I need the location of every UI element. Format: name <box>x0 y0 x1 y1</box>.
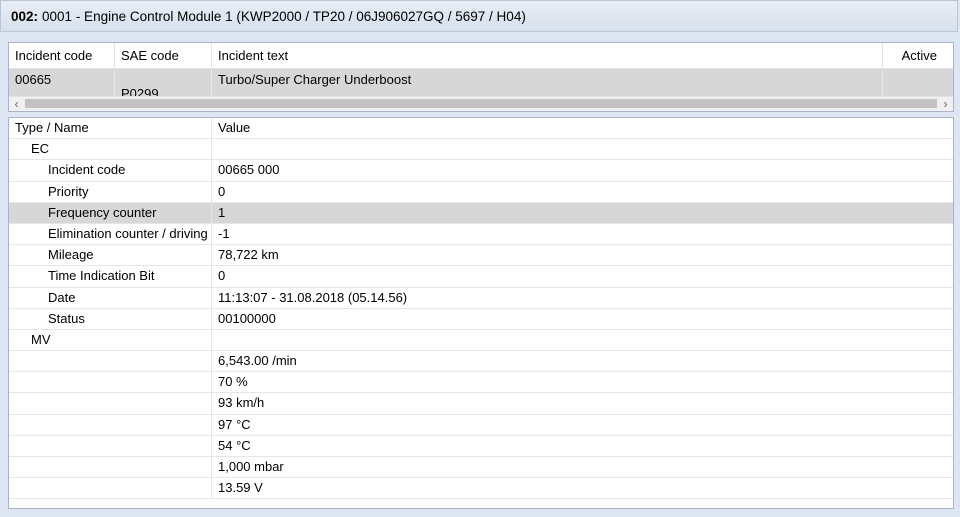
horizontal-scrollbar[interactable]: ‹ › <box>9 96 953 111</box>
column-header-sae-code[interactable]: SAE code <box>115 43 212 68</box>
detail-value-cell: 00100000 <box>218 310 276 326</box>
column-header-active[interactable]: Active <box>883 43 953 68</box>
detail-row[interactable]: 70 % <box>9 372 953 394</box>
detail-value-cell: 97 °C <box>218 416 251 432</box>
module-title: 0001 - Engine Control Module 1 (KWP2000 … <box>42 8 526 24</box>
detail-row[interactable]: 1,000 mbar <box>9 457 953 479</box>
detail-name-cell: MV <box>9 329 212 351</box>
detail-row[interactable]: MV <box>9 329 953 352</box>
incident-text-cell: Turbo/Super Charger Underboost <box>212 69 883 98</box>
detail-row[interactable]: Frequency counter 1 <box>9 202 953 224</box>
detail-row[interactable]: Time Indication Bit 0 <box>9 266 953 288</box>
detail-value-cell: 11:13:07 - 31.08.2018 (05.14.56) <box>218 289 408 305</box>
detail-name-cell <box>9 435 212 456</box>
detail-row[interactable]: Incident code 00665 000 <box>9 160 953 182</box>
detail-value-cell: 93 km/h <box>218 395 265 411</box>
column-header-value[interactable]: Value <box>212 118 250 138</box>
chevron-left-icon[interactable]: ‹ <box>9 97 24 111</box>
scrollbar-thumb[interactable] <box>25 99 937 108</box>
detail-row[interactable]: 97 °C <box>9 414 953 436</box>
column-header-type-name[interactable]: Type / Name <box>9 118 212 139</box>
detail-value-cell <box>212 139 218 159</box>
module-address: 002: <box>11 8 39 24</box>
detail-rows: EC Incident code 00665 000 Priority 0 Frequen… <box>9 139 953 500</box>
detail-row[interactable]: Status 00100000 <box>9 308 953 330</box>
detail-row[interactable]: Date 11:13:07 - 31.08.2018 (05.14.56) <box>9 287 953 309</box>
incident-row[interactable]: 00665 P0299 Turbo/Super Charger Underboo… <box>9 69 953 98</box>
detail-row[interactable]: 13.59 V <box>9 478 953 500</box>
detail-row[interactable]: Mileage 78,722 km <box>9 245 953 267</box>
detail-value-cell: 1,000 mbar <box>218 459 284 474</box>
column-header-incident-code[interactable]: Incident code <box>9 43 115 68</box>
detail-name-cell <box>9 351 212 372</box>
detail-name-cell: Mileage <box>9 245 212 266</box>
detail-table-header: Type / Name Value <box>9 118 953 140</box>
detail-name-cell <box>9 414 212 435</box>
detail-name-cell: Frequency counter <box>9 202 212 223</box>
detail-row[interactable]: Priority 0 <box>9 181 953 203</box>
detail-table: Type / Name Value EC Incident code 00665 0… <box>8 117 954 509</box>
detail-value-cell: 13.59 V <box>218 480 263 496</box>
detail-row[interactable]: Elimination counter / driving cycles -1 <box>9 223 953 246</box>
sae-code-cell: P0299 <box>115 69 212 98</box>
detail-name-cell: Incident code <box>9 160 212 181</box>
chevron-right-icon[interactable]: › <box>938 97 953 111</box>
detail-name-cell: Status <box>9 308 212 329</box>
detail-value-cell: 6,543.00 /min <box>218 353 297 369</box>
detail-value-cell: -1 <box>218 225 230 241</box>
detail-value-cell: 70 % <box>218 374 248 390</box>
detail-name-cell <box>9 478 212 499</box>
detail-value-cell <box>212 330 218 350</box>
incident-table: Incident code SAE code Incident text Act… <box>8 42 954 112</box>
incident-code-cell: 00665 <box>9 69 115 98</box>
detail-row[interactable]: EC <box>9 139 953 161</box>
detail-name-cell <box>9 372 212 393</box>
detail-value-cell: 00665 000 <box>218 162 280 178</box>
detail-value-cell: 54 °C <box>218 437 251 453</box>
detail-row[interactable]: 6,543.00 /min <box>9 351 953 373</box>
detail-name-cell: Time Indication Bit <box>9 266 212 287</box>
detail-value-cell: 1 <box>218 204 226 220</box>
detail-value-cell: 78,722 km <box>218 247 279 263</box>
detail-value-cell: 0 <box>218 268 226 284</box>
detail-name-cell <box>9 393 212 414</box>
detail-name-cell: Priority <box>9 181 212 202</box>
module-title-bar: 002: 0001 - Engine Control Module 1 (KWP… <box>0 0 958 32</box>
detail-row[interactable]: 54 °C <box>9 435 953 457</box>
detail-name-cell <box>9 457 212 478</box>
detail-name-cell: EC <box>9 139 212 160</box>
column-header-incident-text[interactable]: Incident text <box>212 43 883 68</box>
detail-name-cell: Elimination counter / driving cycles <box>9 223 212 245</box>
incident-table-header: Incident code SAE code Incident text Act… <box>9 43 953 69</box>
active-cell <box>883 69 953 98</box>
detail-row[interactable]: 93 km/h <box>9 393 953 415</box>
detail-name-cell: Date <box>9 287 212 308</box>
detail-value-cell: 0 <box>218 183 226 199</box>
